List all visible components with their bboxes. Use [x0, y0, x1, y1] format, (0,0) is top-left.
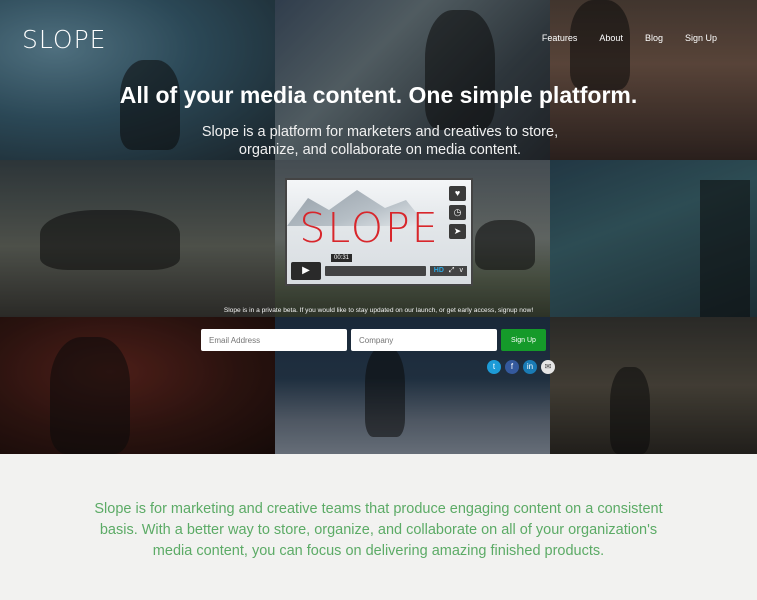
video-timestamp: 00:31 — [331, 254, 353, 262]
hero-headline: All of your media content. One simple pl… — [119, 82, 638, 108]
play-icon[interactable]: ▶ — [291, 262, 321, 280]
about-tagline: Slope is for marketing and creative team… — [94, 501, 663, 559]
twitter-icon[interactable]: t — [487, 360, 501, 374]
email-field[interactable] — [201, 329, 347, 351]
brand-logo[interactable]: SLOPE — [22, 25, 106, 54]
send-icon[interactable]: ➤ — [449, 224, 466, 239]
nav-item-blog[interactable]: Blog — [645, 33, 663, 43]
sign-up-button[interactable]: Sign Up — [501, 329, 546, 351]
heart-icon[interactable]: ♥ — [449, 186, 466, 201]
beta-note: Slope is in a private beta. If you would… — [223, 307, 534, 314]
video-side-buttons: ♥ ◷ ➤ — [449, 186, 466, 239]
hd-badge[interactable]: HD — [434, 266, 444, 276]
company-field[interactable] — [351, 329, 497, 351]
video-controls: ▶ 00:31 HD ⤢ v — [291, 254, 467, 280]
hero-section: SLOPE Features About Blog Sign Up All of… — [0, 0, 757, 454]
video-extra-controls: HD ⤢ v — [429, 266, 467, 276]
about-section: Slope is for marketing and creative team… — [0, 454, 757, 600]
vimeo-icon[interactable]: v — [460, 266, 464, 276]
video-title-logo: SLOPE — [299, 204, 440, 252]
facebook-icon[interactable]: f — [505, 360, 519, 374]
fullscreen-icon[interactable]: ⤢ — [449, 266, 455, 276]
video-progress-track[interactable]: 00:31 — [325, 254, 426, 276]
email-icon[interactable]: ✉ — [541, 360, 555, 374]
linkedin-icon[interactable]: in — [523, 360, 537, 374]
nav-item-about[interactable]: About — [599, 33, 623, 43]
hero-subheadline: Slope is a platform for marketers and cr… — [201, 124, 559, 158]
clock-icon[interactable]: ◷ — [449, 205, 466, 220]
nav-item-features[interactable]: Features — [542, 33, 578, 43]
signup-form: Sign Up — [201, 329, 546, 351]
video-player[interactable]: SLOPE ♥ ◷ ➤ ▶ 00:31 HD ⤢ v — [285, 178, 473, 286]
top-nav: Features About Blog Sign Up — [520, 33, 717, 43]
social-share-links: t f in ✉ — [487, 360, 555, 374]
nav-item-sign-up[interactable]: Sign Up — [685, 33, 717, 43]
